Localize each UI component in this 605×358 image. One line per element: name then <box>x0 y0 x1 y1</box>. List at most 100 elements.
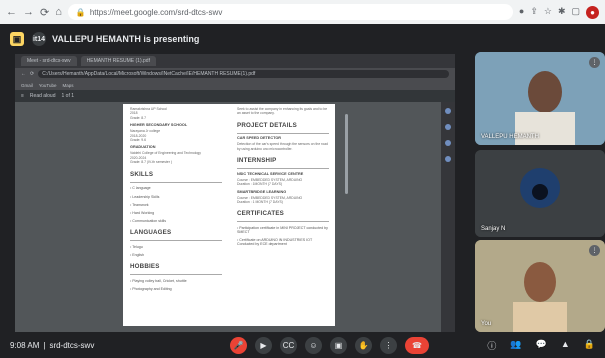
languages-title: LANGUAGES <box>130 229 172 237</box>
sidebar-dot-icon <box>445 140 451 146</box>
resume-right-column: Seek to assist the company in enhancing … <box>237 107 329 251</box>
participant-video <box>475 52 605 145</box>
shared-tabs: Meet - srd-dtcs-swv HEMANTH RESUME (1).p… <box>15 54 455 68</box>
bookmark-youtube: YouTube <box>38 82 57 88</box>
hobbies-title: HOBBIES <box>130 263 160 271</box>
sidebar-dot-icon <box>445 124 451 130</box>
divider <box>237 132 329 134</box>
hobby-item: Playing volley ball, Cricket, shuttle <box>130 279 222 283</box>
skills-title: SKILLS <box>130 170 154 178</box>
project-name: CAR SPEED DETECTOR <box>237 136 282 141</box>
emoji-icon[interactable]: ☺ <box>305 337 322 354</box>
participant-name: Sanjay N <box>481 226 506 232</box>
meeting-separator: | <box>43 340 46 350</box>
pdf-page-label: 1 of 1 <box>61 93 75 99</box>
captions-icon[interactable]: CC <box>280 337 297 354</box>
extensions-icon[interactable]: ✱ <box>558 6 566 19</box>
participant-avatar-image <box>475 150 605 237</box>
browser-tools: ● ⇪ ☆ ✱ ▢ ● <box>519 5 599 19</box>
skill-item: C language <box>130 186 222 190</box>
skill-item: Communication skills <box>130 219 222 223</box>
back-icon[interactable]: ← <box>6 6 17 19</box>
forward-icon[interactable]: → <box>23 6 34 19</box>
chat-icon[interactable]: 💬 <box>536 339 547 352</box>
hobby-item: Photography and Editing <box>130 287 222 291</box>
meeting-info: 9:08 AM | srd-dtcs-swv <box>10 341 160 350</box>
participant-name: You <box>481 321 492 327</box>
hs-line: Grade: 9.6 <box>130 138 147 143</box>
project-desc: Detection of the car's speed through the… <box>237 142 328 151</box>
pdf-scrollbar[interactable] <box>345 114 348 194</box>
divider <box>130 274 222 275</box>
camera-icon[interactable]: ▶ <box>255 337 272 354</box>
browser-nav: ← → ⟳ ⌂ <box>6 6 62 19</box>
meeting-code: srd-dtcs-swv <box>49 340 95 350</box>
shared-back-icon: ← <box>21 71 26 77</box>
participant-tile[interactable]: VALLEPU HEMANTH ⋮ <box>475 52 605 145</box>
pdf-title: Read aloud <box>29 93 56 99</box>
sidebar-dot-icon <box>445 156 451 162</box>
window-icon[interactable]: ▢ <box>571 6 580 19</box>
share-icon[interactable]: ⇪ <box>530 6 538 19</box>
mic-off-icon[interactable]: 🎤 <box>230 337 247 354</box>
divider <box>130 240 222 241</box>
reload-icon[interactable]: ⟳ <box>40 6 49 19</box>
more-options-icon[interactable]: ⋮ <box>589 57 600 68</box>
lock-icon[interactable]: 🔒 <box>584 339 595 352</box>
intern1-line: Duration : 1MONTH (7 DAYS) <box>237 182 282 187</box>
divider <box>130 181 222 183</box>
school-line: Grade: 8.7 <box>130 115 147 120</box>
shared-bookmarks: Gmail YouTube Maps <box>15 80 455 90</box>
shared-reload-icon: ⟳ <box>30 71 35 77</box>
shared-url: C:/Users/Hemanth/AppData/Local/Microsoft… <box>38 70 449 78</box>
presentation-icon[interactable]: ▣ <box>10 32 24 46</box>
divider <box>237 168 329 169</box>
presenter-avatar: it14 <box>32 32 46 46</box>
intern1-title: NSIC TECHNICAL SERVICE CENTRE <box>237 171 304 176</box>
shared-tab-meet: Meet - srd-dtcs-swv <box>21 56 77 66</box>
activities-icon[interactable]: ▲ <box>561 339 570 352</box>
pdf-toolbar: ≡ Read aloud 1 of 1 <box>15 90 455 102</box>
pdf-menu-icon: ≡ <box>21 93 24 99</box>
present-icon[interactable]: ▣ <box>330 337 347 354</box>
certificate-item: Participation certificate in MINI PROJEC… <box>237 226 329 234</box>
project-title: PROJECT DETAILS <box>237 121 297 129</box>
certificates-title: CERTIFICATES <box>237 210 284 218</box>
hang-up-icon[interactable]: ☎ <box>405 337 429 354</box>
presenter-label: VALLEPU HEMANTH is presenting <box>52 34 200 44</box>
resume-page: Ramakrishna UP School 2018 Grade: 8.7 HI… <box>123 104 335 326</box>
shared-sidebar <box>441 102 455 332</box>
resume-intro: Seek to assist the company in enhancing … <box>237 107 328 116</box>
skill-item: Leadership Skills <box>130 195 222 199</box>
participant-tile[interactable]: Sanjay N <box>475 150 605 237</box>
meet-header: ▣ it14 VALLEPU HEMANTH is presenting <box>0 24 605 54</box>
bookmark-gmail: Gmail <box>21 82 33 88</box>
home-icon[interactable]: ⌂ <box>55 6 62 19</box>
lock-icon: 🔒 <box>75 7 86 17</box>
meeting-time: 9:08 AM <box>10 340 40 350</box>
more-options-icon[interactable]: ⋮ <box>589 245 600 256</box>
star-icon[interactable]: ☆ <box>544 6 552 19</box>
profile-avatar[interactable]: ● <box>586 5 599 19</box>
address-bar[interactable]: 🔒 https://meet.google.com/srd-dtcs-swv <box>67 4 513 20</box>
skill-item: Hard Working <box>130 211 222 215</box>
participant-video <box>475 240 605 332</box>
shared-screen: Meet - srd-dtcs-swv HEMANTH RESUME (1).p… <box>15 54 455 332</box>
intern2-title: SMARTBRIDGE LEARNING <box>237 189 287 194</box>
participant-tile[interactable]: You ⋮ <box>475 240 605 332</box>
call-controls: 🎤 ▶ CC ☺ ▣ ✋ ⋮ ☎ <box>230 337 429 354</box>
mic-icon[interactable]: ● <box>519 6 524 19</box>
more-options-icon[interactable]: ⋮ <box>380 337 397 354</box>
side-controls: ⓘ 👥 💬 ▲ 🔒 <box>487 339 595 352</box>
meet-bottom-bar: 9:08 AM | srd-dtcs-swv 🎤 ▶ CC ☺ ▣ ✋ ⋮ ☎ … <box>0 332 605 358</box>
language-item: Telugu <box>130 245 222 249</box>
people-icon[interactable]: 👥 <box>510 339 521 352</box>
raise-hand-icon[interactable]: ✋ <box>355 337 372 354</box>
info-icon[interactable]: ⓘ <box>487 339 496 352</box>
graduation-label: GRADUATION <box>130 145 156 150</box>
grad-line: Grade: 8.7 (IV-th semester ) <box>130 160 173 165</box>
shared-address-bar: ← ⟳ C:/Users/Hemanth/AppData/Local/Micro… <box>15 68 455 80</box>
certificate-item: Certificate on ARDUINO IN INDUSTRIES IOT… <box>237 238 329 246</box>
resume-left-column: Ramakrishna UP School 2018 Grade: 8.7 HI… <box>130 107 222 295</box>
language-item: English <box>130 253 222 257</box>
